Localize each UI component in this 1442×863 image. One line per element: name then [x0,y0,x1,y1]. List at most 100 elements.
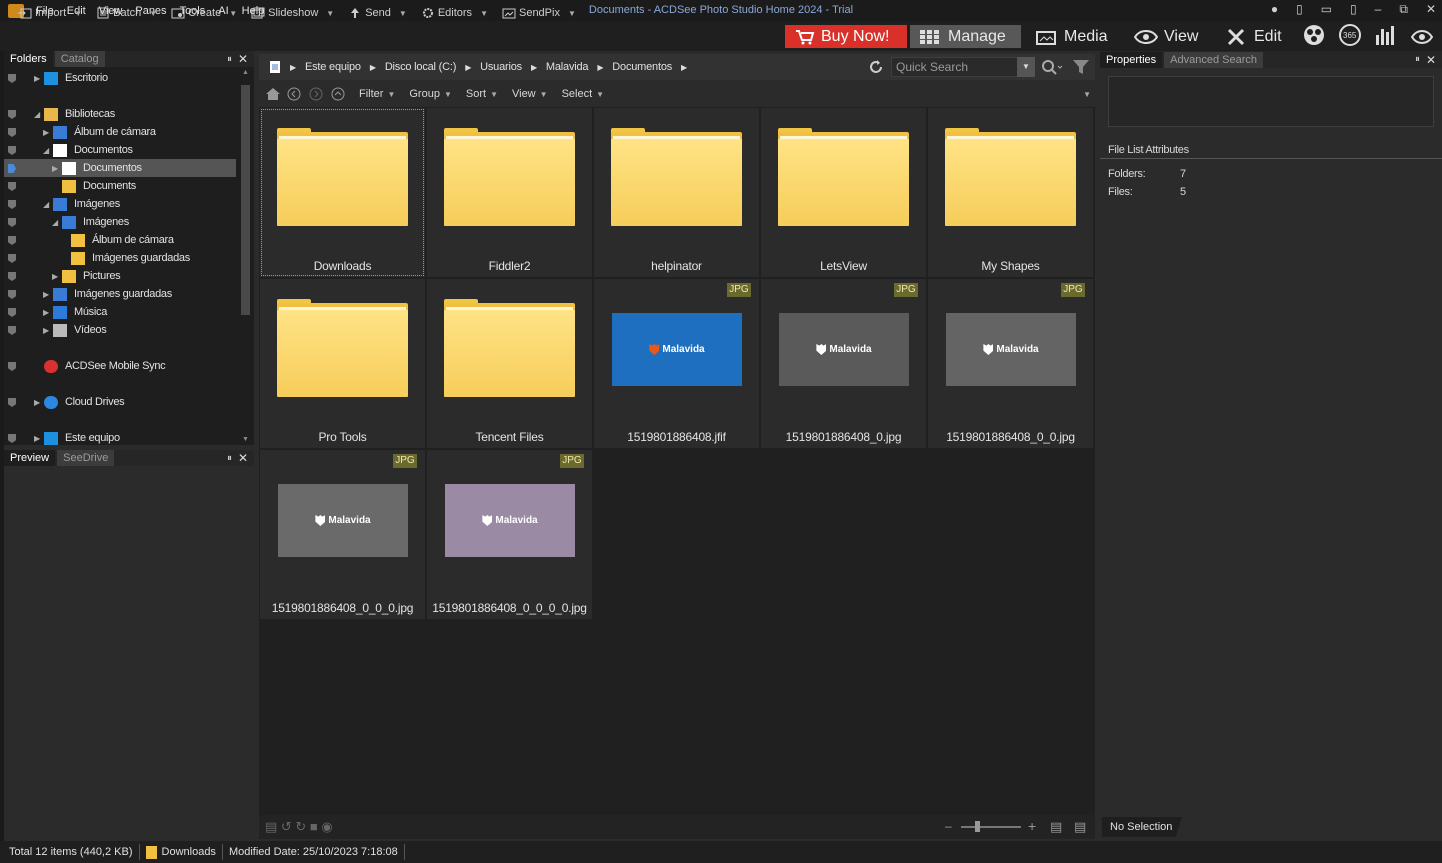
expand-arrow-icon[interactable]: ▶ [43,308,49,317]
collapse-arrow-icon[interactable]: ◢ [43,200,49,209]
tab-preview[interactable]: Preview [4,450,56,466]
back-icon[interactable] [287,87,303,101]
thumbnail-size-slider[interactable] [961,826,1021,828]
chevron-right-icon[interactable]: ▶ [370,63,376,72]
expand-arrow-icon[interactable]: ▶ [43,290,49,299]
tab-properties[interactable]: Properties [1100,51,1163,68]
scroll-down-icon[interactable]: ▼ [242,436,249,443]
layout-bottom-icon[interactable]: ▭ [1321,2,1332,17]
sort-menu[interactable]: Sort ▼ [466,88,498,100]
acdsee-365-icon[interactable]: 365 [1338,23,1362,47]
tree-item[interactable]: ◢ Imágenes [4,213,236,231]
tab-seedrive[interactable]: SeeDrive [57,450,115,466]
layout-right-icon[interactable]: ▯ [1350,2,1357,17]
sendpix-button[interactable]: SendPix ▼ [502,7,576,19]
tree-item[interactable]: ▶ Pictures [4,267,236,285]
create-button[interactable]: Create ▼ [171,7,237,19]
details-view-icon[interactable]: ▤ [1074,819,1086,835]
develop-eye-icon[interactable] [1410,23,1434,47]
tree-item[interactable]: ▶ Escritorio [4,69,236,87]
folder-item[interactable]: LetsView [761,108,926,277]
home-icon[interactable] [265,87,281,101]
tree-scrollbar[interactable]: ▲ ▼ [239,67,252,445]
tree-item[interactable]: ◢ Bibliotecas [4,105,236,123]
refresh-icon[interactable] [868,59,884,75]
expand-arrow-icon[interactable]: ▶ [34,434,40,443]
label-tag-icon[interactable] [8,272,16,281]
image-item[interactable]: JPG Malavida 1519801886408_0_0.jpg [928,279,1093,448]
image-item[interactable]: JPG Malavida 1519801886408_0_0_0.jpg [260,450,425,619]
tree-item[interactable]: ◢ Imágenes [4,195,236,213]
expand-arrow-icon[interactable]: ▶ [43,128,49,137]
tab-catalog[interactable]: Catalog [54,51,105,67]
filter-menu[interactable]: Filter ▼ [359,88,395,100]
quick-search-input[interactable]: Quick Search [891,57,1035,77]
buy-now-button[interactable]: Buy Now! [785,25,907,48]
tree-item[interactable]: ACDSee Mobile Sync [4,357,236,375]
search-dropdown-icon[interactable]: ▼ [1017,57,1035,77]
label-tag-icon[interactable] [8,200,16,209]
minimize-icon[interactable]: – [1375,2,1382,17]
mode-view-button[interactable]: View [1134,25,1198,48]
filter-funnel-icon[interactable] [1072,59,1090,75]
tree-item[interactable]: ▶ Vídeos [4,321,236,339]
label-tag-icon[interactable] [8,254,16,263]
label-tag-icon[interactable] [8,74,16,83]
image-item[interactable]: JPG Malavida 1519801886408.jfif [594,279,759,448]
tree-item[interactable]: ▶ Este equipo [4,429,236,445]
view-menu[interactable]: View ▼ [512,88,548,100]
crumb-disco-local[interactable]: Disco local (C:) [385,61,457,73]
tree-item[interactable]: Álbum de cámara [4,231,236,249]
crumb-usuarios[interactable]: Usuarios [480,61,522,73]
close-pane-icon[interactable]: ✕ [1426,53,1436,67]
tree-item[interactable]: ◢ Documentos [4,141,236,159]
tree-scroll-thumb[interactable] [241,85,250,315]
folder-item[interactable]: My Shapes [928,108,1093,277]
expand-arrow-icon[interactable]: ▶ [34,74,40,83]
close-pane-icon[interactable]: ✕ [238,451,248,465]
chevron-right-icon[interactable]: ▶ [290,63,296,72]
send-button[interactable]: Send ▼ [348,7,407,19]
chevron-right-icon[interactable]: ▶ [531,63,537,72]
label-tag-icon[interactable] [8,164,16,173]
label-tag-icon[interactable] [8,236,16,245]
tree-item[interactable]: ▶ Álbum de cámara [4,123,236,141]
expand-arrow-icon[interactable]: ▶ [52,164,58,173]
tree-item[interactable]: Imágenes guardadas [4,249,236,267]
zoom-out-icon[interactable]: – [945,819,952,833]
label-tag-icon[interactable] [8,326,16,335]
pin-icon[interactable]: ⏸ [227,453,232,464]
mode-manage-button[interactable]: Manage [910,25,1021,48]
chevron-right-icon[interactable]: ▶ [465,63,471,72]
scroll-up-icon[interactable]: ▲ [242,69,249,76]
tree-item[interactable]: ▶ Documentos [4,159,236,177]
mode-edit-button[interactable]: Edit [1226,25,1282,48]
label-tag-icon[interactable] [8,110,16,119]
chevron-right-icon[interactable]: ▶ [597,63,603,72]
image-item[interactable]: JPG Malavida 1519801886408_0_0_0_0.jpg [427,450,592,619]
chevron-right-icon[interactable]: ▶ [681,63,687,72]
label-tag-icon[interactable] [8,398,16,407]
tree-item[interactable]: ▶ Cloud Drives [4,393,236,411]
footer-tool-icons[interactable]: ▤ ↺ ↻ ■ ◉ [265,819,333,835]
label-tag-icon[interactable] [8,182,16,191]
image-item[interactable]: JPG Malavida 1519801886408_0.jpg [761,279,926,448]
tree-item[interactable]: Documents [4,177,236,195]
folder-item[interactable]: Pro Tools [260,279,425,448]
tab-folders[interactable]: Folders [4,51,53,67]
expand-arrow-icon[interactable]: ▶ [52,272,58,281]
search-icon[interactable] [1041,59,1063,75]
close-icon[interactable]: ✕ [1426,2,1436,17]
folder-item[interactable]: Downloads [260,108,425,277]
image-view-icon[interactable]: ▤ [1050,819,1062,835]
forward-icon[interactable] [309,87,325,101]
folder-item[interactable]: Fiddler2 [427,108,592,277]
slideshow-button[interactable]: Slideshow ▼ [251,7,334,19]
expand-arrow-icon[interactable]: ▶ [43,326,49,335]
restore-icon[interactable]: ⧉ [1399,2,1408,17]
no-selection-tab[interactable]: No Selection [1102,817,1182,837]
crumb-este-equipo[interactable]: Este equipo [305,61,361,73]
label-tag-icon[interactable] [8,128,16,137]
batch-button[interactable]: Batch ▼ [96,7,157,19]
zoom-in-icon[interactable]: + [1028,818,1036,834]
